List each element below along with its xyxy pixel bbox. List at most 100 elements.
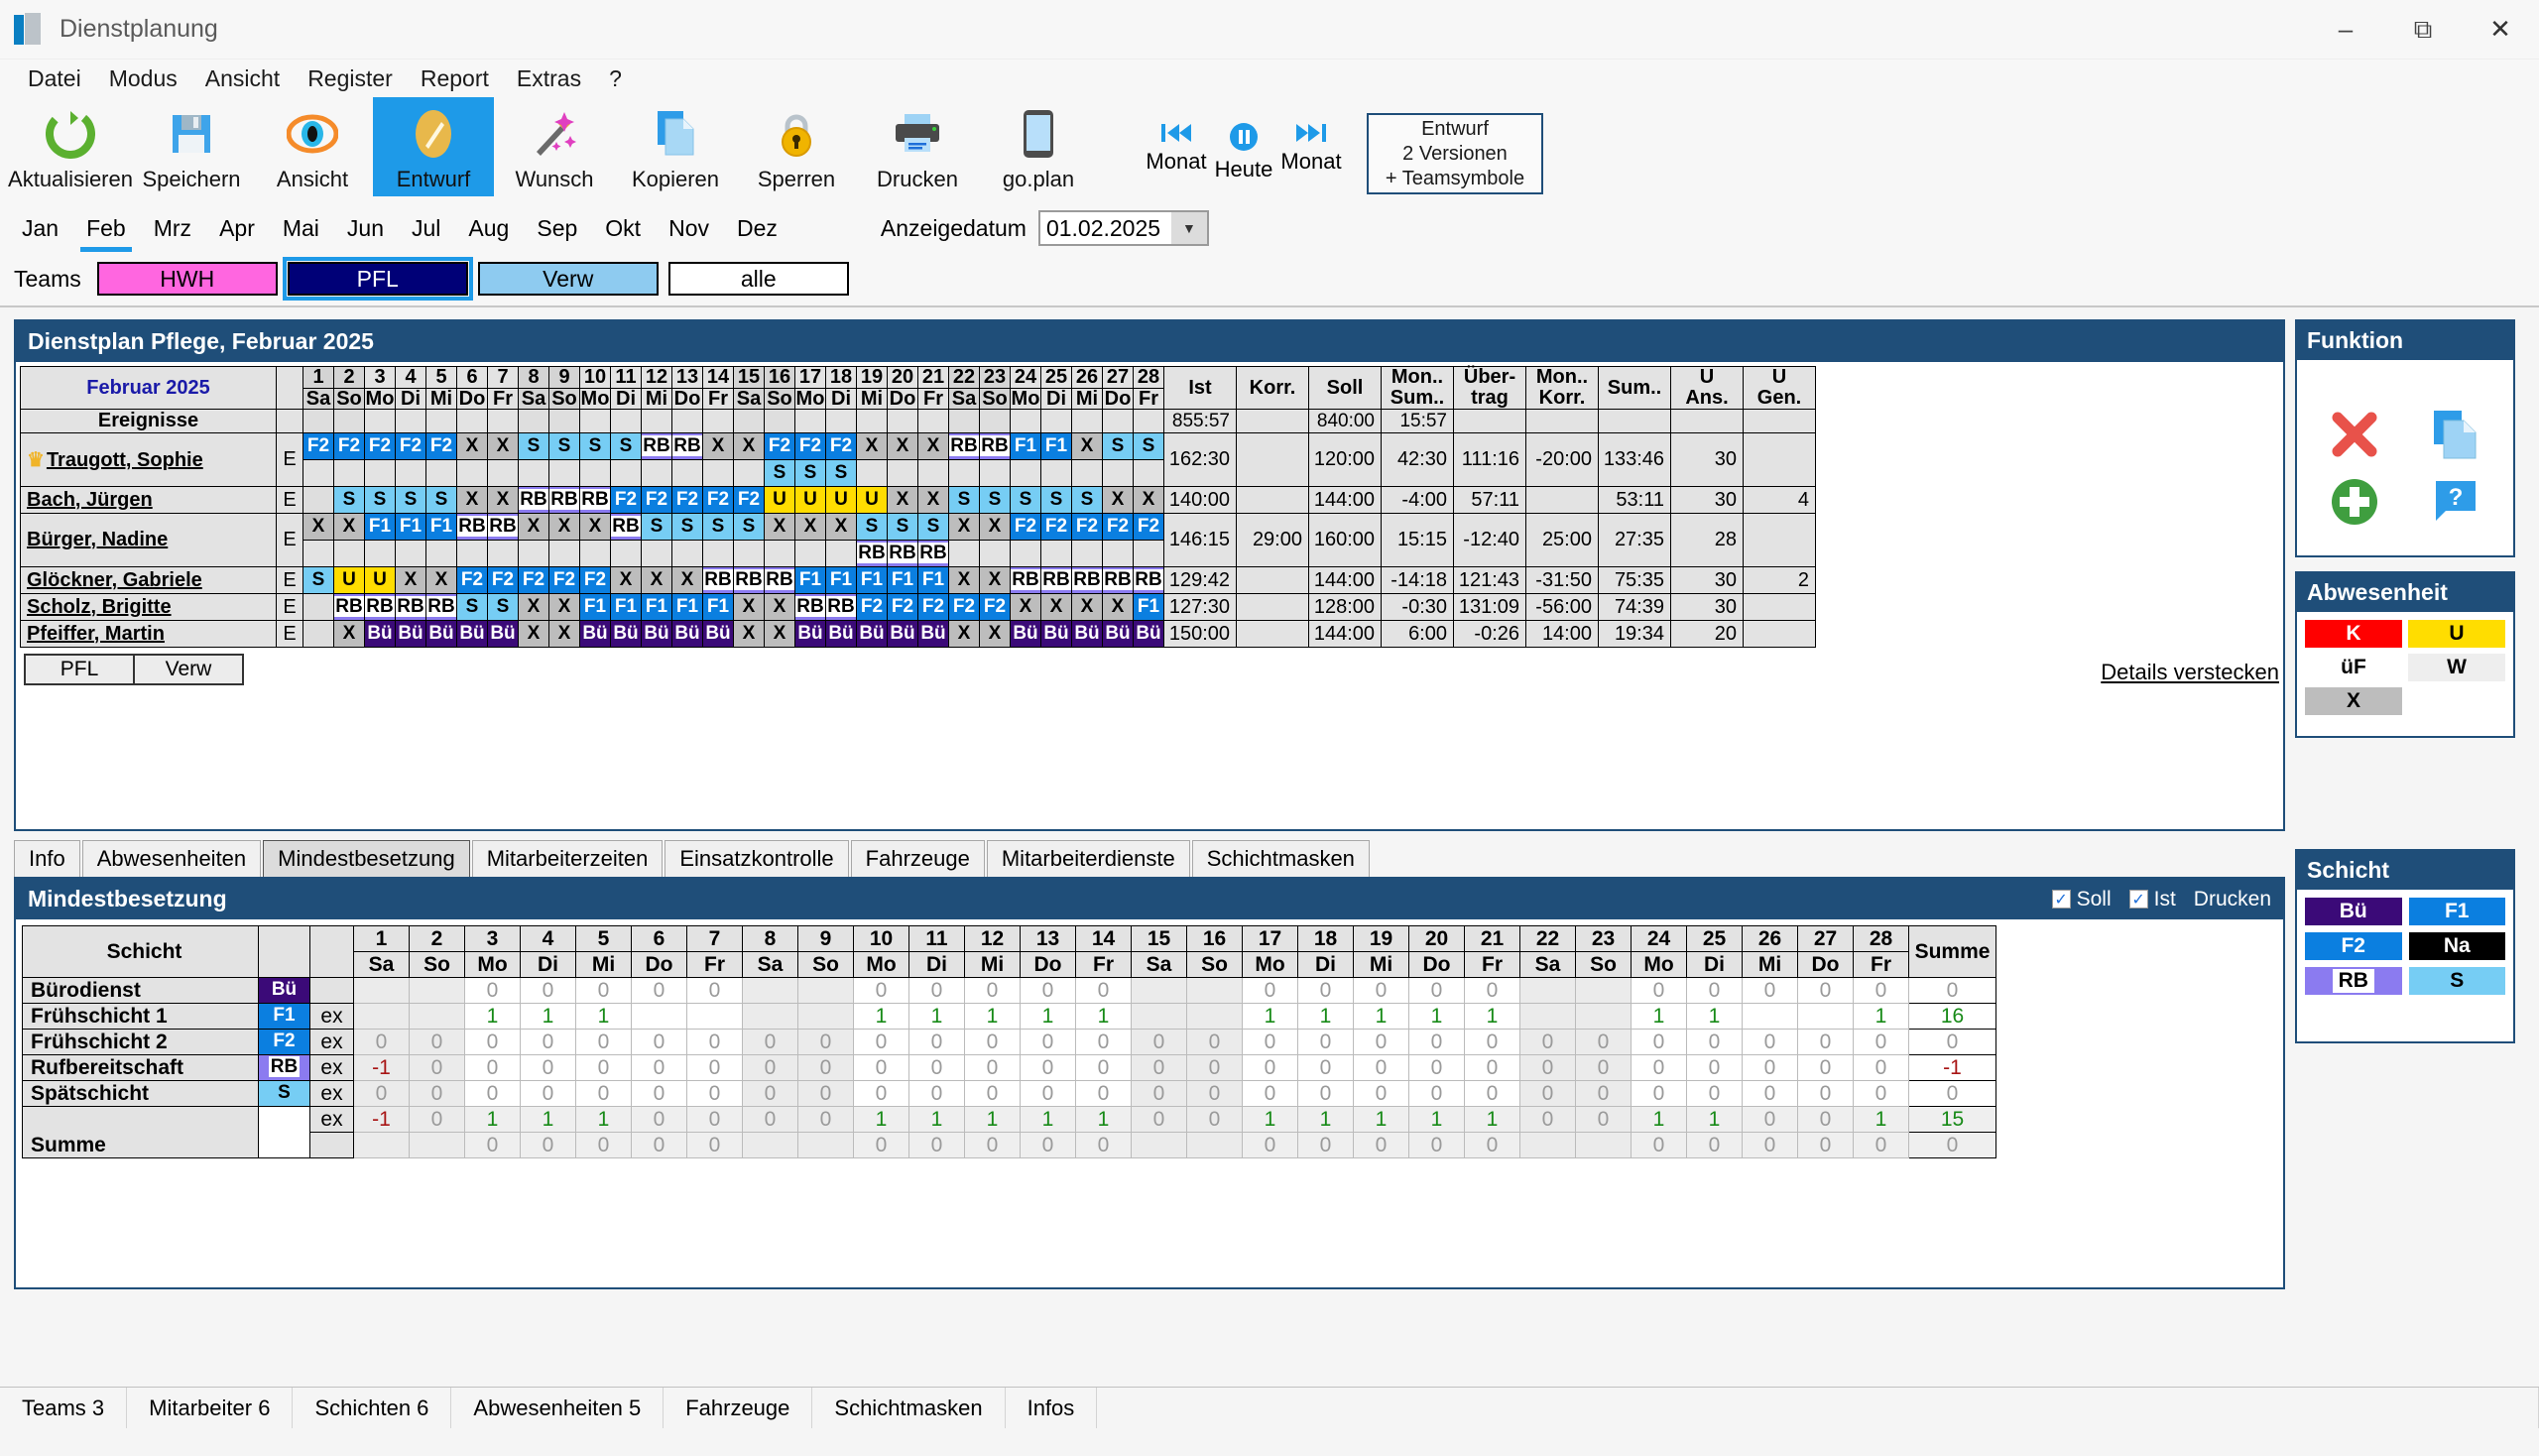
day-header-9[interactable]: 9	[549, 367, 580, 389]
min-cell[interactable]: 0	[1132, 1055, 1187, 1081]
shift-cell-2[interactable]	[672, 541, 703, 567]
shift-cell[interactable]: F2	[611, 487, 642, 514]
day-header-14[interactable]: 14	[703, 367, 734, 389]
min-cell[interactable]	[1520, 978, 1576, 1004]
min-cell[interactable]: 0	[410, 1055, 465, 1081]
shift-cell-2[interactable]	[488, 460, 519, 487]
shift-cell[interactable]: Bü	[1103, 621, 1134, 648]
shift-cell[interactable]: F2	[703, 487, 734, 514]
shift-cell[interactable]: RB	[426, 594, 457, 621]
min-cell[interactable]	[798, 978, 854, 1004]
drucken-link[interactable]: Drucken	[2194, 888, 2271, 911]
min-cell[interactable]: 0	[521, 1081, 576, 1107]
min-cell[interactable]: 0	[1132, 1030, 1187, 1055]
shift-cell[interactable]: F1	[888, 567, 918, 594]
shift-cell[interactable]: X	[765, 621, 795, 648]
event-cell[interactable]	[365, 410, 396, 433]
shift-cell[interactable]: F1	[826, 567, 857, 594]
shift-cell-2[interactable]	[949, 460, 980, 487]
month-tab-jul[interactable]: Jul	[398, 213, 454, 244]
shift-cell[interactable]: F1	[795, 567, 826, 594]
min-cell[interactable]: 1	[1687, 1004, 1743, 1030]
shift-cell[interactable]: X	[457, 433, 488, 460]
shift-cell[interactable]: X	[549, 594, 580, 621]
toolbar-button-aktualisieren[interactable]: Aktualisieren	[10, 97, 131, 196]
shift-cell[interactable]: RB	[365, 594, 396, 621]
month-tab-mrz[interactable]: Mrz	[140, 213, 205, 244]
min-cell[interactable]	[410, 1004, 465, 1030]
shift-cell-2[interactable]	[1011, 460, 1041, 487]
shift-cell[interactable]: F1	[1011, 433, 1041, 460]
min-cell[interactable]: 1	[1632, 1004, 1687, 1030]
event-cell[interactable]	[672, 410, 703, 433]
shift-cell-2[interactable]	[1103, 541, 1134, 567]
shift-cell[interactable]: F2	[426, 433, 457, 460]
shift-cell[interactable]: RB	[1072, 567, 1103, 594]
min-cell[interactable]: 0	[1465, 1030, 1520, 1055]
min-cell[interactable]	[798, 1004, 854, 1030]
shift-cell-2[interactable]	[765, 541, 795, 567]
shift-cell[interactable]: X	[765, 514, 795, 541]
shift-cell[interactable]: S	[488, 594, 519, 621]
shift-cell[interactable]: X	[488, 433, 519, 460]
toolbar-button-speichern[interactable]: Speichern	[131, 97, 252, 196]
min-cell[interactable]: 1	[576, 1004, 632, 1030]
shift-cell-2[interactable]	[1041, 460, 1072, 487]
shift-cell[interactable]: X	[519, 514, 549, 541]
shift-cell[interactable]: S	[1011, 487, 1041, 514]
shift-cell[interactable]: U	[765, 487, 795, 514]
shift-cell[interactable]: F1	[703, 594, 734, 621]
shift-cell-2[interactable]	[365, 541, 396, 567]
shift-cell[interactable]: F2	[519, 567, 549, 594]
shift-cell[interactable]: F1	[857, 567, 888, 594]
shift-cell-2[interactable]	[1103, 460, 1134, 487]
shift-cell[interactable]: F2	[1072, 514, 1103, 541]
shift-cell[interactable]: F2	[888, 594, 918, 621]
shift-cell[interactable]: F1	[396, 514, 426, 541]
tab-info[interactable]: Info	[14, 840, 80, 877]
event-cell[interactable]	[303, 410, 334, 433]
day-header-10[interactable]: 10	[580, 367, 611, 389]
min-cell[interactable]: 1	[1465, 1004, 1520, 1030]
schicht-chip-F1[interactable]: F1	[2409, 898, 2506, 925]
min-cell[interactable]: 0	[1465, 1081, 1520, 1107]
shift-cell-2[interactable]	[396, 460, 426, 487]
min-cell[interactable]: 0	[1076, 1081, 1132, 1107]
shift-cell[interactable]: S	[365, 487, 396, 514]
shift-cell[interactable]: S	[457, 594, 488, 621]
toolbar-button-drucken[interactable]: Drucken	[857, 97, 978, 196]
shift-cell-2[interactable]	[826, 541, 857, 567]
shift-cell[interactable]: X	[734, 594, 765, 621]
event-cell[interactable]	[1041, 410, 1072, 433]
shift-cell-2[interactable]: RB	[918, 541, 949, 567]
shift-cell[interactable]: X	[642, 567, 672, 594]
shift-cell[interactable]: X	[980, 514, 1011, 541]
menu-item-register[interactable]: Register	[294, 63, 407, 94]
shift-cell[interactable]: RB	[519, 487, 549, 514]
min-cell[interactable]: 0	[1632, 1081, 1687, 1107]
shift-cell[interactable]: X	[672, 567, 703, 594]
min-cell[interactable]: 0	[1409, 1081, 1465, 1107]
event-cell[interactable]	[1134, 410, 1164, 433]
day-header-19[interactable]: 19	[857, 367, 888, 389]
month-tab-sep[interactable]: Sep	[523, 213, 591, 244]
event-cell[interactable]	[642, 410, 672, 433]
shift-cell[interactable]: S	[1134, 433, 1164, 460]
schicht-chip-RB[interactable]: RB	[2305, 967, 2402, 995]
min-cell[interactable]: 0	[1632, 978, 1687, 1004]
shift-cell[interactable]: S	[396, 487, 426, 514]
min-cell[interactable]: 1	[1298, 1004, 1354, 1030]
min-cell[interactable]: 0	[965, 978, 1021, 1004]
min-cell[interactable]: 0	[632, 1081, 687, 1107]
shift-cell-2[interactable]	[457, 541, 488, 567]
shift-cell[interactable]: S	[888, 514, 918, 541]
abwesenheit-chip-U[interactable]: U	[2408, 620, 2505, 648]
min-cell[interactable]: 0	[1854, 978, 1909, 1004]
day-header-11[interactable]: 11	[611, 367, 642, 389]
shift-cell[interactable]: X	[1041, 594, 1072, 621]
shift-cell[interactable]: RB	[457, 514, 488, 541]
shift-cell[interactable]: X	[1103, 487, 1134, 514]
shift-cell[interactable]: F1	[365, 514, 396, 541]
shift-cell[interactable]: Bü	[888, 621, 918, 648]
shift-cell[interactable]: X	[396, 567, 426, 594]
